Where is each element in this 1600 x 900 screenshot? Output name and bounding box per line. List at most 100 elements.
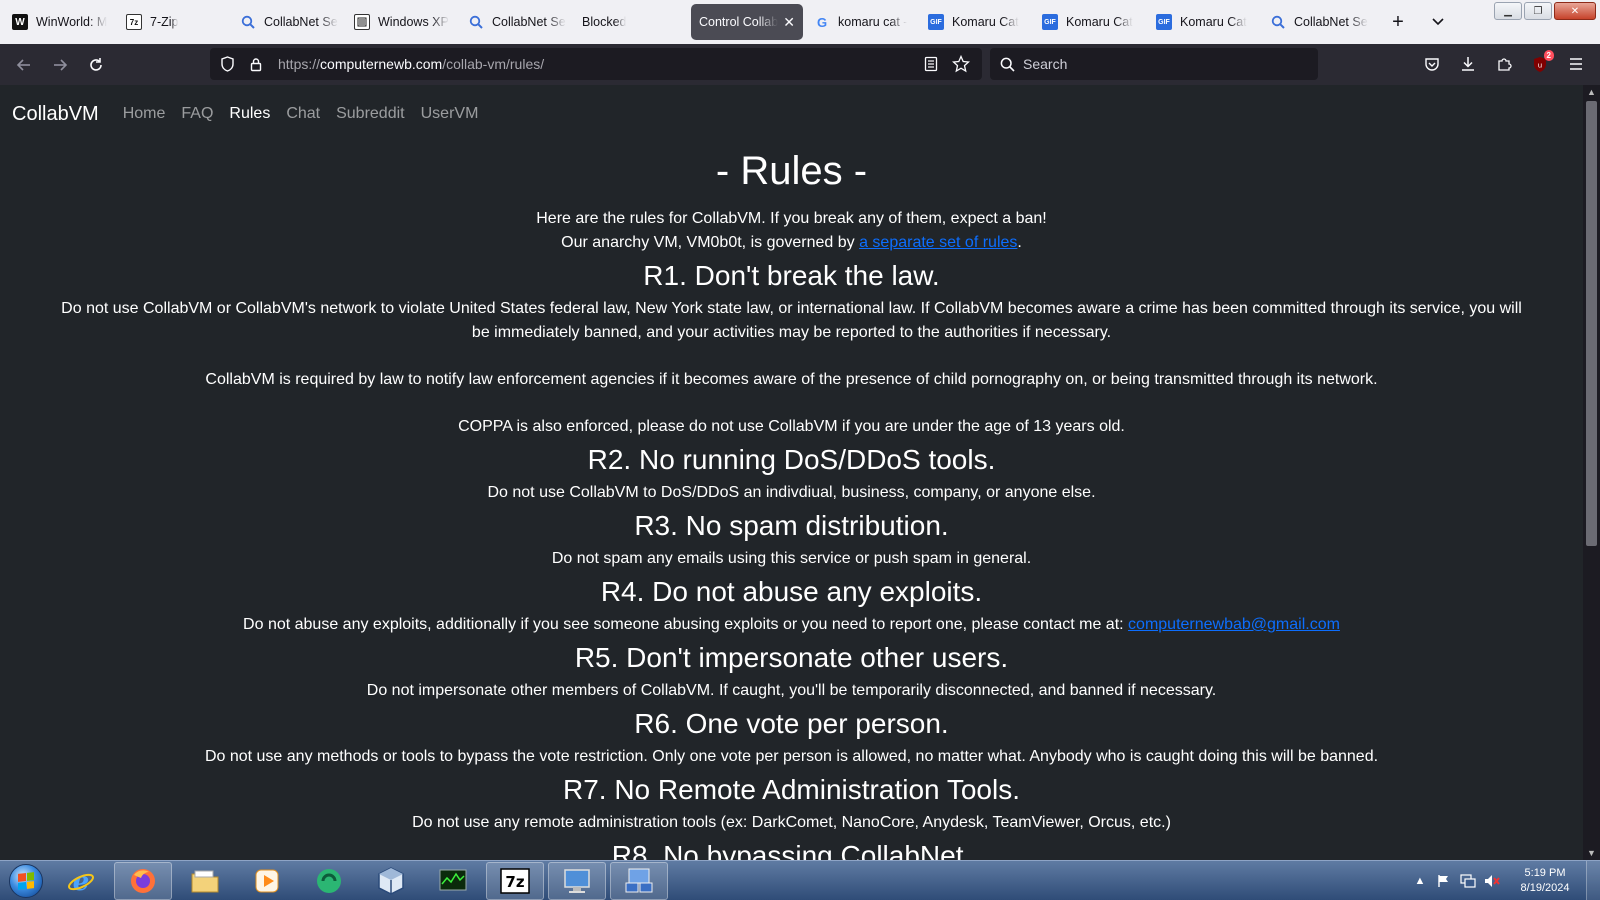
7zip-icon: 7z bbox=[500, 867, 530, 894]
search-placeholder: Search bbox=[1023, 56, 1068, 72]
tab-control-collab[interactable]: Control Collab ✕ bbox=[691, 4, 803, 40]
show-desktop-button[interactable] bbox=[1586, 861, 1600, 900]
tab-label: CollabNet Se bbox=[1294, 15, 1368, 29]
system-clock[interactable]: 5:19 PM 8/19/2024 bbox=[1510, 866, 1580, 896]
network-tray-icon[interactable] bbox=[1458, 873, 1478, 889]
clock-time: 5:19 PM bbox=[1524, 867, 1566, 879]
tab-label: WinWorld: M bbox=[36, 15, 108, 29]
url-prefix: https:// bbox=[278, 56, 321, 72]
nav-rules[interactable]: Rules bbox=[229, 105, 270, 123]
scrollbar-thumb[interactable] bbox=[1586, 101, 1597, 546]
rule-heading-r6: R6. One vote per person. bbox=[634, 708, 949, 739]
svg-text:e: e bbox=[73, 867, 90, 896]
reload-icon bbox=[90, 57, 102, 71]
site-brand[interactable]: CollabVM bbox=[12, 103, 99, 126]
close-tab-icon[interactable]: ✕ bbox=[783, 14, 795, 31]
search-icon bbox=[240, 14, 256, 30]
arrow-right-icon bbox=[54, 58, 68, 71]
nav-chat[interactable]: Chat bbox=[286, 105, 320, 123]
extensions-button[interactable] bbox=[1488, 48, 1520, 80]
show-hidden-icons-icon[interactable]: ▲ bbox=[1410, 873, 1430, 889]
taskbar-remote-desktop[interactable] bbox=[548, 861, 606, 900]
browser-toolbar: https://computernewb.com/collab-vm/rules… bbox=[0, 44, 1600, 85]
tab-collabnet-search[interactable]: CollabNet Se bbox=[232, 4, 346, 40]
new-tab-button[interactable]: + bbox=[1384, 8, 1412, 36]
taskbar-network-app[interactable] bbox=[610, 861, 668, 900]
taskbar-virtualbox[interactable] bbox=[362, 862, 420, 900]
taskbar-file-explorer[interactable] bbox=[176, 862, 234, 900]
nav-home[interactable]: Home bbox=[123, 105, 166, 123]
tab-komaru-gif-1[interactable]: GIF Komaru Cat bbox=[920, 4, 1034, 40]
browser-tab-strip: W WinWorld: M 7z 7-Zip CollabNet Se Wind… bbox=[0, 0, 1600, 44]
taskbar-task-manager[interactable] bbox=[424, 862, 482, 900]
taskbar-app[interactable] bbox=[300, 862, 358, 900]
nav-faq[interactable]: FAQ bbox=[181, 105, 213, 123]
tab-blocked[interactable]: Blocked bbox=[574, 4, 688, 40]
chevron-down-icon bbox=[1432, 18, 1444, 26]
firefox-icon bbox=[131, 868, 155, 893]
lock-icon[interactable] bbox=[244, 57, 268, 72]
start-button[interactable] bbox=[4, 861, 48, 900]
google-icon: G bbox=[816, 14, 828, 30]
minimize-button[interactable]: ▁ bbox=[1494, 2, 1522, 20]
tab-windows-xp[interactable]: Windows XP bbox=[346, 4, 460, 40]
forward-button[interactable] bbox=[44, 49, 76, 81]
app-menu-button[interactable] bbox=[1560, 48, 1592, 80]
volume-muted-icon[interactable] bbox=[1482, 873, 1502, 889]
file-explorer-icon bbox=[191, 870, 219, 892]
remote-desktop-icon bbox=[564, 868, 590, 893]
taskbar-firefox[interactable] bbox=[114, 861, 172, 900]
search-bar[interactable]: Search bbox=[990, 48, 1318, 80]
svg-text:u: u bbox=[1538, 61, 1542, 69]
reader-view-icon[interactable] bbox=[924, 56, 938, 75]
rules-content: - Rules - Here are the rules for CollabV… bbox=[0, 147, 1583, 860]
taskbar-7zip[interactable]: 7z bbox=[486, 861, 544, 900]
scroll-up-arrow-icon[interactable]: ▲ bbox=[1583, 85, 1600, 99]
nav-uservm[interactable]: UserVM bbox=[421, 105, 479, 123]
rule-text-r3: Do not spam any emails using this servic… bbox=[551, 550, 1032, 567]
rule-text-r4-body: Do not abuse any exploits, additionally … bbox=[243, 616, 1129, 633]
downloads-button[interactable] bbox=[1452, 48, 1484, 80]
restore-button[interactable]: ❐ bbox=[1524, 2, 1552, 20]
system-tray: ▲ 5:19 PM 8/19/2024 bbox=[1406, 861, 1600, 900]
task-manager-icon bbox=[439, 869, 467, 890]
tab-collabnet-search-3[interactable]: CollabNet Se bbox=[1262, 4, 1376, 40]
scroll-down-arrow-icon[interactable]: ▼ bbox=[1583, 846, 1600, 860]
rule-heading-r1: R1. Don't break the law. bbox=[643, 260, 940, 291]
media-player-icon bbox=[255, 869, 279, 892]
intro-anarchy-suffix: . bbox=[1017, 234, 1022, 251]
tab-komaru-google[interactable]: G komaru cat - bbox=[806, 4, 920, 40]
address-bar[interactable]: https://computernewb.com/collab-vm/rules… bbox=[210, 48, 982, 80]
rule-heading-r8: R8. No bypassing CollabNet. bbox=[611, 840, 972, 860]
rule-text-r4: Do not abuse any exploits, additionally … bbox=[0, 613, 1583, 637]
tab-label: Komaru Cat bbox=[1180, 15, 1247, 29]
page-title: - Rules - bbox=[715, 149, 868, 193]
list-all-tabs-button[interactable] bbox=[1424, 8, 1452, 36]
url-host: computernewb.com bbox=[320, 56, 443, 72]
taskbar-internet-explorer[interactable]: e bbox=[52, 862, 110, 900]
nav-subreddit[interactable]: Subreddit bbox=[336, 105, 405, 123]
close-window-button[interactable]: ✕ bbox=[1554, 2, 1596, 20]
rule-text-r1-coppa: COPPA is also enforced, please do not us… bbox=[458, 418, 1125, 435]
web-page: CollabVM Home FAQ Rules Chat Subreddit U… bbox=[0, 85, 1583, 860]
tab-winworld[interactable]: W WinWorld: M bbox=[4, 4, 118, 40]
contact-email-link[interactable]: computernewbab@gmail.com bbox=[1128, 616, 1340, 633]
url-text[interactable]: https://computernewb.com/collab-vm/rules… bbox=[278, 56, 544, 72]
taskbar-media-player[interactable] bbox=[238, 862, 296, 900]
back-button[interactable] bbox=[8, 49, 40, 81]
separate-rules-link[interactable]: a separate set of rules bbox=[859, 234, 1017, 251]
ublock-button[interactable]: u 2 bbox=[1524, 48, 1556, 80]
page-scrollbar[interactable]: ▲ ▼ bbox=[1583, 85, 1600, 860]
document-icon bbox=[354, 14, 370, 30]
bookmark-star-icon[interactable] bbox=[951, 54, 971, 76]
shield-icon[interactable] bbox=[210, 56, 244, 72]
tab-collabnet-search-2[interactable]: CollabNet Se bbox=[460, 4, 574, 40]
pocket-button[interactable] bbox=[1416, 48, 1448, 80]
hamburger-menu-icon bbox=[1570, 58, 1582, 70]
tab-7zip[interactable]: 7z 7-Zip bbox=[118, 4, 232, 40]
action-center-flag-icon[interactable] bbox=[1434, 873, 1454, 889]
tab-komaru-gif-2[interactable]: GIF Komaru Cat bbox=[1034, 4, 1148, 40]
gif-icon: GIF bbox=[1156, 14, 1172, 30]
reload-button[interactable] bbox=[80, 49, 112, 81]
tab-komaru-gif-3[interactable]: GIF Komaru Cat bbox=[1148, 4, 1262, 40]
